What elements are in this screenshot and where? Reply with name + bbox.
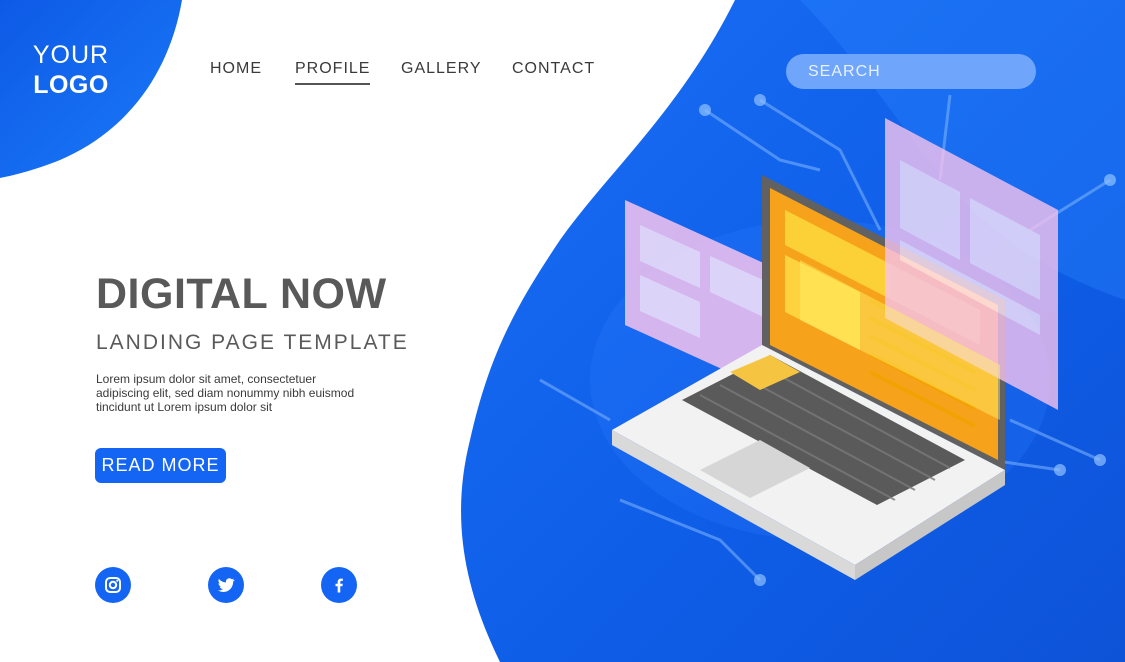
hero-subtitle: LANDING PAGE TEMPLATE — [96, 331, 409, 354]
instagram-icon — [105, 577, 121, 593]
read-more-button[interactable]: READ MORE — [95, 448, 226, 483]
facebook-button[interactable] — [321, 567, 357, 603]
twitter-button[interactable] — [208, 567, 244, 603]
nav-contact[interactable]: CONTACT — [512, 60, 595, 78]
logo[interactable]: YOUR LOGO — [28, 40, 114, 100]
facebook-icon — [335, 578, 343, 593]
nav-gallery[interactable]: GALLERY — [401, 60, 482, 78]
logo-line-logo: LOGO — [33, 71, 109, 99]
twitter-icon — [217, 578, 235, 592]
nav-home[interactable]: HOME — [210, 60, 262, 78]
hero-description: Lorem ipsum dolor sit amet, consectetuer… — [96, 372, 355, 414]
logo-line-your: YOUR — [32, 41, 110, 69]
nav-profile[interactable]: PROFILE — [295, 60, 371, 85]
laptop-illustration — [539, 94, 1116, 586]
hero-title: DIGITAL NOW — [96, 270, 387, 318]
instagram-button[interactable] — [95, 567, 131, 603]
